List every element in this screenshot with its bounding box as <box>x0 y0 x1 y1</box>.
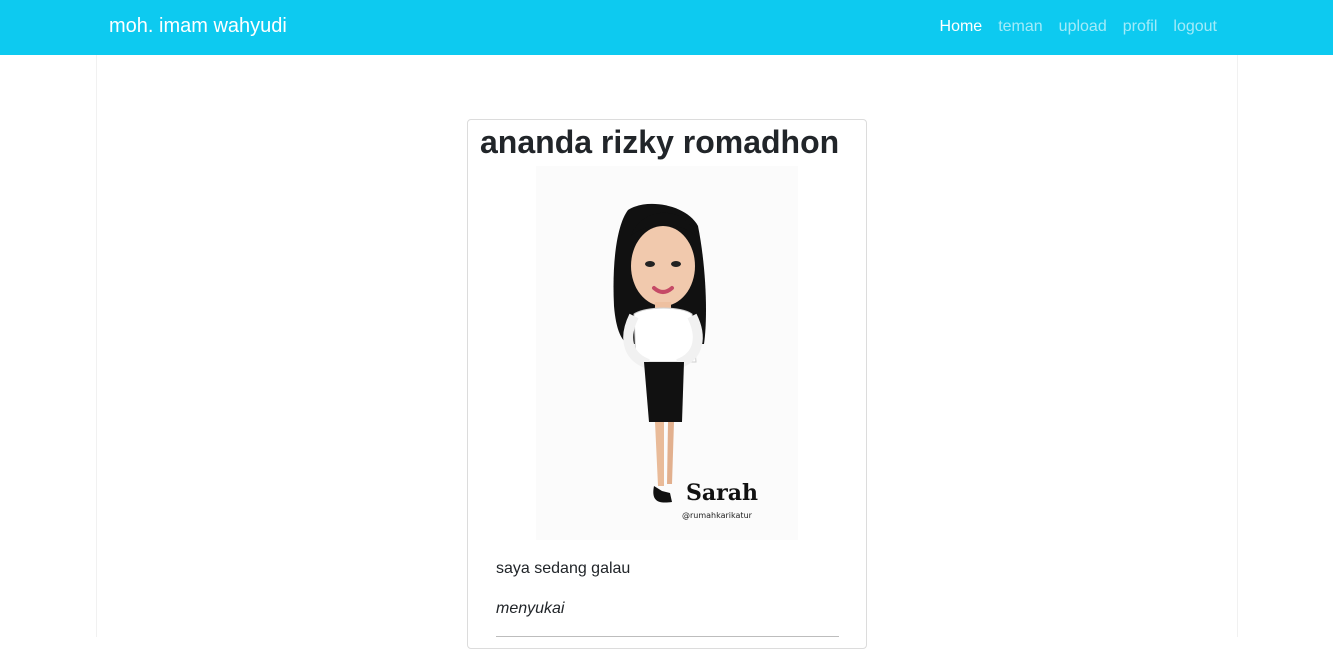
brand-link[interactable]: moh. imam wahyudi <box>109 15 287 38</box>
nav-profil-link[interactable]: profil <box>1123 18 1158 36</box>
nav-logout-link[interactable]: logout <box>1173 18 1217 36</box>
nav-home-link[interactable]: Home <box>940 18 983 36</box>
photo-handle: @rumahkarikatur <box>682 511 753 520</box>
profile-name: ananda rizky romadhon <box>480 124 840 160</box>
nav-teman-link[interactable]: teman <box>998 18 1042 36</box>
top-navbar: moh. imam wahyudi Home teman upload prof… <box>0 0 1333 55</box>
likes-label: menyukai <box>496 600 565 617</box>
nav-links: Home teman upload profil logout <box>940 18 1217 36</box>
profile-status: saya sedang galau <box>496 560 631 577</box>
nav-upload-link[interactable]: upload <box>1059 18 1107 36</box>
profile-photo: Sarah @rumahkarikatur <box>536 166 798 540</box>
photo-caption: Sarah <box>686 480 758 506</box>
profile-card: ananda rizky romadhon Sarah @rumahkarika… <box>467 119 867 649</box>
